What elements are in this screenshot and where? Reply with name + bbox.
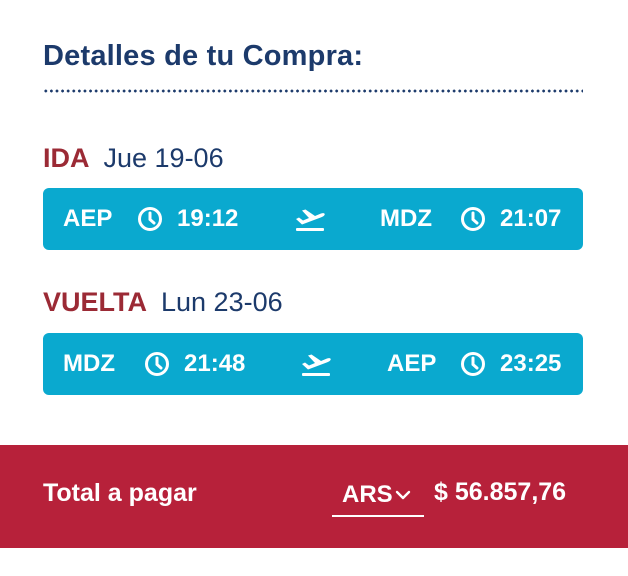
clock-icon — [460, 188, 486, 250]
origin-airport: AEP — [63, 205, 113, 232]
arrival-time: 21:07 — [500, 205, 562, 232]
page-title: Detalles de tu Compra: — [43, 40, 364, 72]
dotted-divider — [43, 89, 583, 93]
departure-time: 21:48 — [184, 350, 246, 377]
arrival-time: 23:25 — [500, 350, 562, 377]
leg-type-label: IDA — [43, 143, 90, 173]
leg-date: Jue 19-06 — [103, 143, 224, 173]
flight-bar-vuelta: MDZ 21:48 AEP 23:25 — [43, 333, 583, 395]
clock-icon — [460, 333, 486, 395]
origin-airport: MDZ — [63, 350, 115, 377]
total-footer: Total a pagar ARS $ 56.857,76 — [0, 445, 628, 548]
clock-icon — [137, 188, 163, 250]
departure-time: 19:12 — [177, 205, 239, 232]
plane-takeoff-icon — [299, 333, 333, 395]
destination-airport: AEP — [387, 350, 437, 377]
total-amount: $ 56.857,76 — [434, 478, 567, 506]
leg-header-vuelta: VUELTA Lun 23-06 — [43, 287, 283, 318]
chevron-down-icon — [395, 489, 411, 501]
leg-date: Lun 23-06 — [161, 287, 283, 317]
clock-icon — [144, 333, 170, 395]
total-label: Total a pagar — [43, 479, 197, 507]
currency-select[interactable]: ARS — [332, 475, 424, 517]
leg-header-ida: IDA Jue 19-06 — [43, 143, 224, 174]
leg-type-label: VUELTA — [43, 287, 147, 317]
destination-airport: MDZ — [380, 205, 432, 232]
plane-takeoff-icon — [293, 188, 327, 250]
flight-bar-ida: AEP 19:12 MDZ 21:07 — [43, 188, 583, 250]
currency-code: ARS — [342, 481, 393, 508]
